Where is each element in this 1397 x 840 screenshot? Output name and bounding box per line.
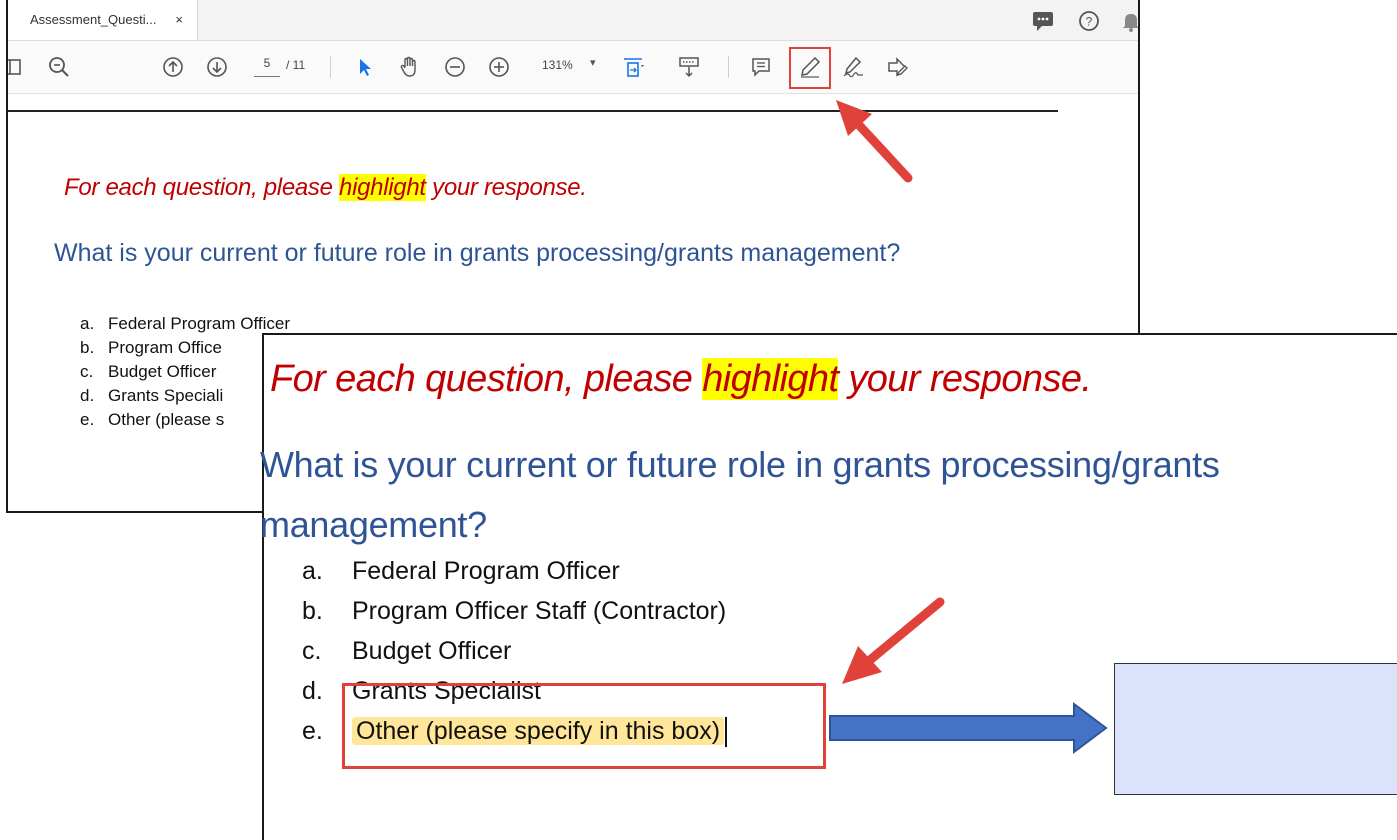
red-arrow-icon [836,100,913,183]
annotation-layer [829,100,1108,754]
blue-arrow-icon [829,702,1108,754]
red-arrow-icon [842,597,945,684]
